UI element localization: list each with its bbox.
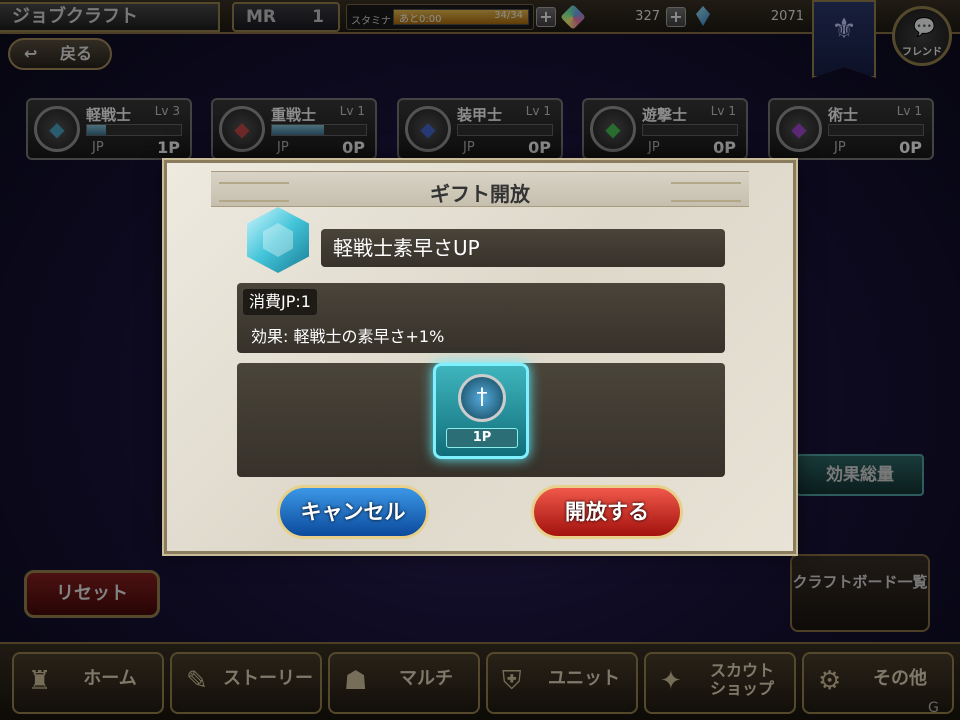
gift-unlock-dialog: ギフト開放 軽戦士素早さUP 消費JP:1 効果: 軽戦士の素早さ+1% † 1… <box>164 160 796 554</box>
cancel-button[interactable]: キャンセル <box>277 485 429 539</box>
gift-name: 軽戦士素早さUP <box>321 229 725 267</box>
node-preview-box: † 1P <box>237 363 725 477</box>
node-cost: 1P <box>446 428 518 448</box>
crystal-gift-icon <box>247 207 309 273</box>
gift-info-box: 消費JP:1 効果: 軽戦士の素早さ+1% <box>237 283 725 353</box>
unlock-button[interactable]: 開放する <box>531 485 683 539</box>
sword-emblem-icon: † <box>458 374 506 422</box>
jp-cost: 消費JP:1 <box>243 289 317 315</box>
gift-effect: 効果: 軽戦士の素早さ+1% <box>251 327 445 346</box>
dialog-header: ギフト開放 <box>211 171 749 207</box>
dialog-title: ギフト開放 <box>430 182 530 206</box>
gift-node: † 1P <box>433 363 529 459</box>
